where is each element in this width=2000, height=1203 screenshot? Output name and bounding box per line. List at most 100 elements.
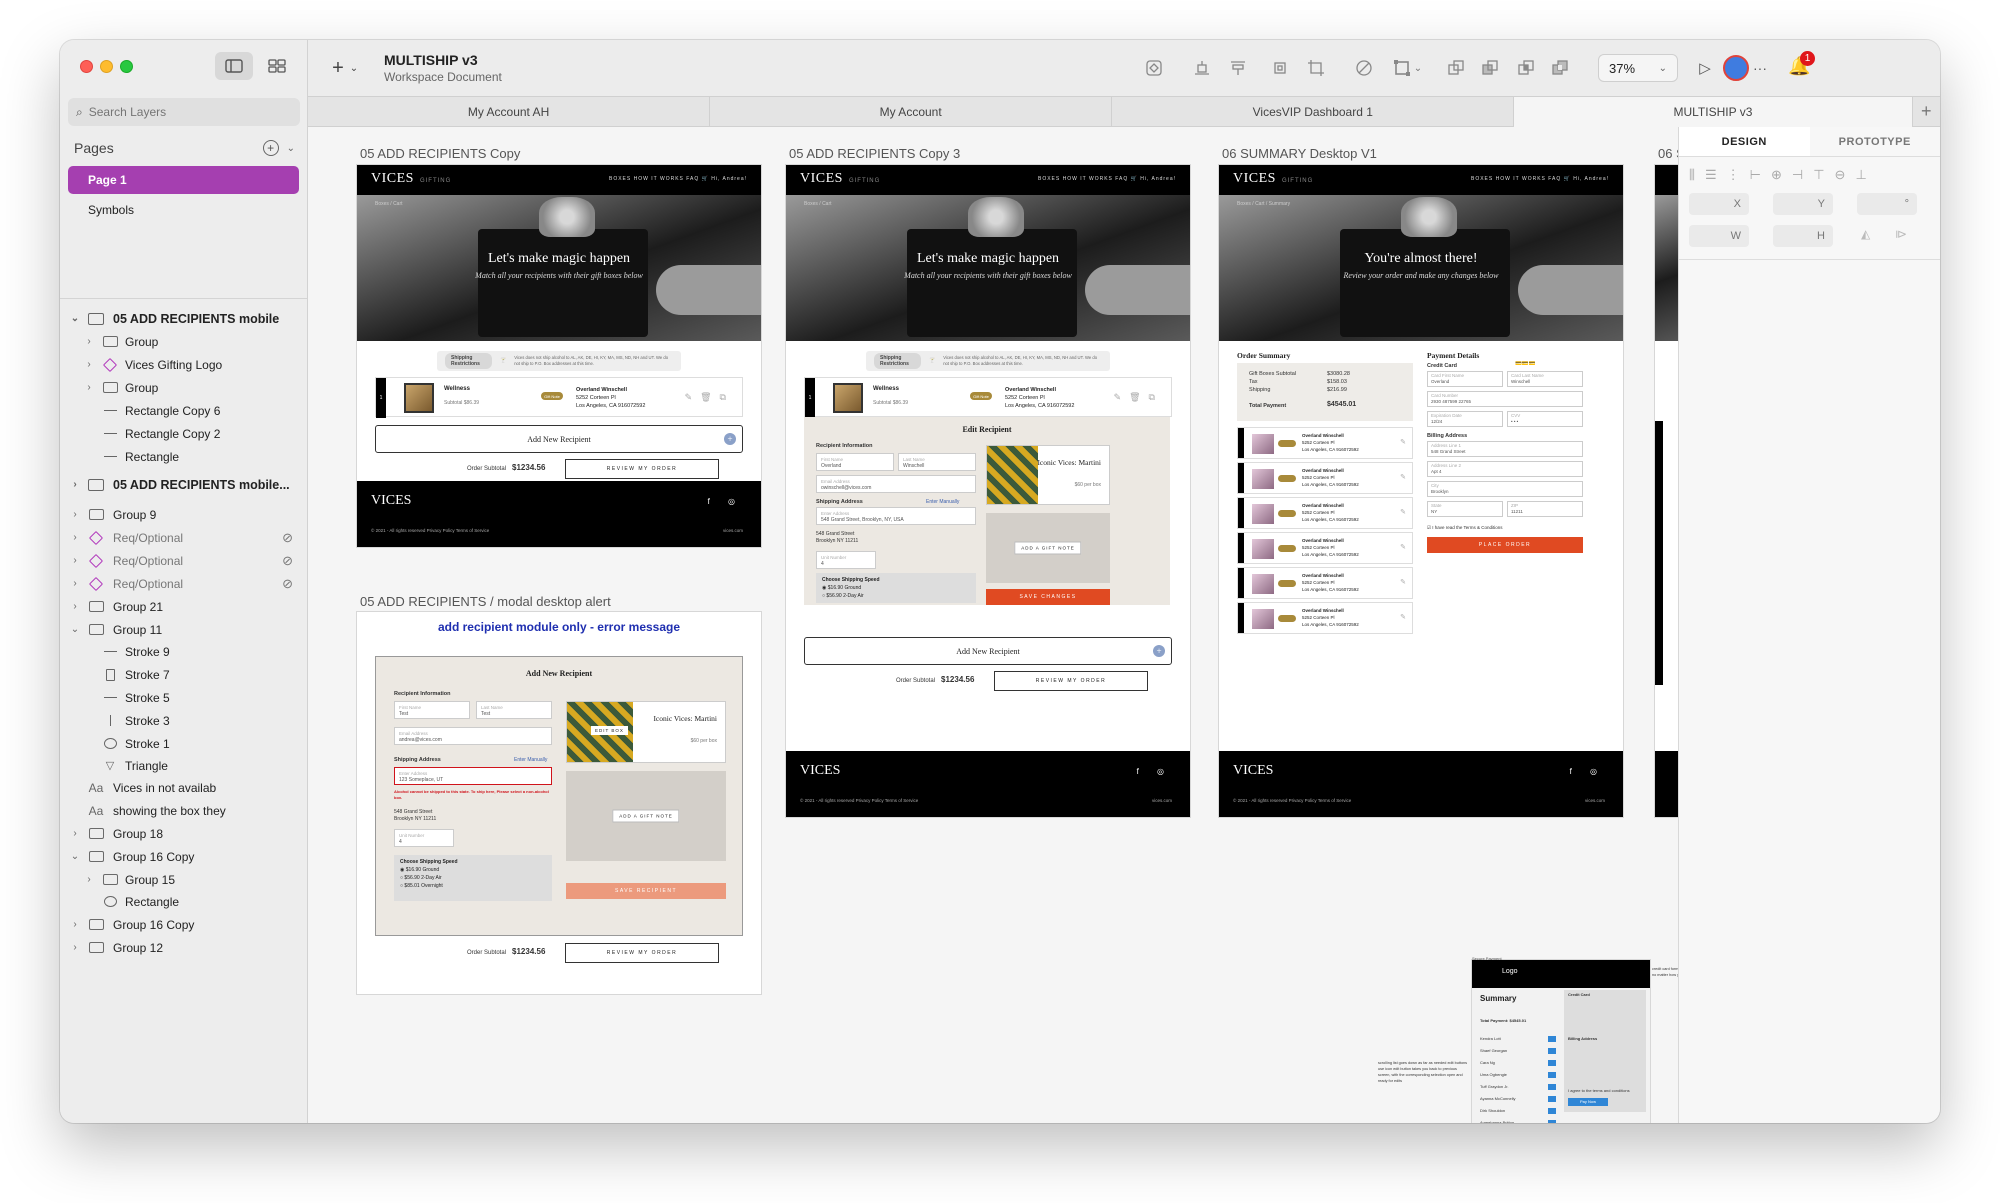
card-first-name-field[interactable]: Card First Name Overland <box>1427 371 1503 387</box>
address-line-2-field[interactable]: Address Line 2 Apt 4 <box>1427 461 1583 477</box>
tab-my-account[interactable]: My Account <box>710 97 1113 127</box>
chevron-right-icon[interactable]: › <box>70 828 80 839</box>
chevron-down-icon[interactable]: ⌄ <box>342 56 366 80</box>
chevron-down-icon[interactable]: ⌄ <box>1406 56 1430 80</box>
chevron-down-icon[interactable]: ⌄ <box>70 851 80 862</box>
artboard-add-recipients-copy[interactable]: VICES GIFTING BOXES HOW IT WORKS FAQ 🛒 Hi… <box>357 165 761 547</box>
zoom-select[interactable]: 37% ⌄ <box>1598 54 1678 82</box>
artboard-label[interactable]: 05 ADD RECIPIENTS / modal desktop alert <box>360 594 611 609</box>
row-actions[interactable]: ✎🗑⧉ <box>685 392 734 403</box>
chevron-right-icon[interactable]: › <box>70 532 80 543</box>
enter-manually-link[interactable]: Enter Manually <box>926 499 959 505</box>
review-my-order-button[interactable]: REVIEW MY ORDER <box>565 943 719 963</box>
chevron-right-icon[interactable]: › <box>70 509 80 520</box>
tab-my-account-ah[interactable]: My Account AH <box>308 97 711 127</box>
terms-checkbox[interactable]: ☑ I have read the Terms & Conditions <box>1427 525 1503 531</box>
artboard-modal-desktop-alert[interactable]: add recipient module only - error messag… <box>357 612 761 994</box>
layer-item[interactable]: Rectangle <box>60 442 307 471</box>
align-icon[interactable] <box>1226 56 1250 80</box>
search-input[interactable] <box>88 105 279 119</box>
last-name-field[interactable]: Last Name Test <box>476 701 552 719</box>
gift-note-badge[interactable]: Gift Note <box>541 392 563 400</box>
edit-icon[interactable]: ✎ <box>1400 438 1406 446</box>
y-field[interactable]: Y <box>1773 193 1833 215</box>
sidebar-toggle-icon[interactable] <box>215 52 253 80</box>
unit-field[interactable]: Unit Number 4 <box>394 829 454 847</box>
edit-icon[interactable]: ✎ <box>1400 473 1406 481</box>
artboard-label[interactable]: 05 ADD RECIPIENTS Copy 3 <box>789 146 960 161</box>
address-line-1-field[interactable]: Address Line 1 548 Grand Street <box>1427 441 1583 457</box>
union-icon[interactable] <box>1444 56 1468 80</box>
card-number-field[interactable]: Card Number 2930 487599 22765 <box>1427 391 1583 407</box>
email-field[interactable]: Email Address andrea@vices.com <box>394 727 552 745</box>
add-new-recipient-button[interactable]: Add New Recipient + <box>804 637 1172 665</box>
artboard-label[interactable]: 06 SUMMARY Desktop V1 <box>1222 146 1377 161</box>
review-my-order-button[interactable]: REVIEW MY ORDER <box>994 671 1148 691</box>
card-last-name-field[interactable]: Card Last Name Winschell <box>1507 371 1583 387</box>
chevron-right-icon[interactable]: › <box>70 601 80 612</box>
width-field[interactable]: W <box>1689 225 1749 247</box>
first-name-field[interactable]: First Name Overland <box>816 453 894 471</box>
chevron-right-icon[interactable]: › <box>70 479 80 490</box>
chevron-down-icon[interactable]: ⌄ <box>70 313 80 324</box>
chevron-right-icon[interactable]: › <box>70 919 80 930</box>
intersect-icon[interactable] <box>1514 56 1538 80</box>
add-gift-note-button[interactable]: ADD A GIFT NOTE <box>612 809 680 823</box>
email-field[interactable]: Email Address owinschell@vices.com <box>816 475 976 493</box>
mask-icon[interactable] <box>1352 56 1376 80</box>
new-tab-icon[interactable]: + <box>1913 97 1940 126</box>
last-name-field[interactable]: Last Name Winschell <box>898 453 976 471</box>
hidden-eye-icon[interactable]: ⊘ <box>282 530 293 546</box>
artboard-label[interactable]: 05 ADD RECIPIENTS Copy <box>360 146 520 161</box>
frame-icon[interactable] <box>1268 56 1292 80</box>
chevron-right-icon[interactable]: › <box>70 555 80 566</box>
chevron-down-icon[interactable]: ⌄ <box>287 143 295 154</box>
zip-field[interactable]: ZIP 11211 <box>1507 501 1583 517</box>
crop-icon[interactable] <box>1304 56 1328 80</box>
save-changes-button[interactable]: SAVE CHANGES <box>986 589 1110 605</box>
hidden-eye-icon[interactable]: ⊘ <box>282 576 293 592</box>
wire-edit-button[interactable] <box>1548 1036 1556 1042</box>
canvas[interactable]: 05 ADD RECIPIENTS Copy VICES GIFTING BOXE… <box>308 127 1678 1123</box>
layer-item[interactable]: › Group 12 <box>60 933 307 962</box>
minimize-window-button[interactable] <box>100 60 113 73</box>
tab-prototype[interactable]: PROTOTYPE <box>1810 127 1941 156</box>
address-field-error[interactable]: Enter Address 123 Someplace, UT <box>394 767 552 785</box>
shipping-speed[interactable]: Choose Shipping Speed ◉ $16.90 Ground ○ $5… <box>816 573 976 603</box>
chevron-right-icon[interactable]: › <box>84 336 94 347</box>
first-name-field[interactable]: First Name Test <box>394 701 470 719</box>
close-window-button[interactable] <box>80 60 93 73</box>
shipping-speed[interactable]: Choose Shipping Speed ◉ $16.90 Ground ○ $5… <box>394 855 552 901</box>
page-item-page-1[interactable]: Page 1 <box>68 166 299 194</box>
subtract-icon[interactable] <box>1478 56 1502 80</box>
chevron-down-icon[interactable]: ⌄ <box>70 624 80 635</box>
expiration-field[interactable]: Expiration Date 12/24 <box>1427 411 1503 427</box>
review-my-order-button[interactable]: REVIEW MY ORDER <box>565 459 719 479</box>
search-layers[interactable]: ⌕ <box>68 98 300 126</box>
flip-vertical-icon[interactable]: ⧐ <box>1895 227 1907 241</box>
artboard-summary-partial[interactable] <box>1655 165 1678 817</box>
wireframe-payment[interactable]: Logo Summary Total Payment: $4545.01 Ken… <box>1472 960 1650 1123</box>
wire-edit-button[interactable] <box>1548 1120 1556 1123</box>
hidden-eye-icon[interactable]: ⊘ <box>282 553 293 569</box>
chevron-right-icon[interactable]: › <box>84 359 94 370</box>
grid-view-icon[interactable] <box>258 52 296 80</box>
artboard-add-recipients-copy-3[interactable]: VICES GIFTING BOXES HOW IT WORKS FAQ 🛒 Hi… <box>786 165 1190 817</box>
height-field[interactable]: H <box>1773 225 1833 247</box>
wire-edit-button[interactable] <box>1548 1084 1556 1090</box>
add-page-icon[interactable]: + <box>262 140 279 156</box>
wire-pay-button[interactable]: Pay Now <box>1568 1098 1608 1106</box>
unit-field[interactable]: Unit Number 4 <box>816 551 876 569</box>
edit-box-button[interactable]: EDIT BOX <box>591 726 628 735</box>
tab-multiship-v3[interactable]: MULTISHIP v3 <box>1514 97 1913 127</box>
tab-vicesvip-dashboard[interactable]: VicesVIP Dashboard 1 <box>1112 97 1515 127</box>
edit-icon[interactable]: ✎ <box>1400 508 1406 516</box>
place-order-button[interactable]: PLACE ORDER <box>1427 537 1583 553</box>
tab-design[interactable]: DESIGN <box>1679 127 1810 156</box>
add-gift-note-button[interactable]: ADD A GIFT NOTE <box>1014 541 1082 555</box>
more-icon[interactable]: ··· <box>1748 56 1772 80</box>
edit-icon[interactable]: ✎ <box>1400 543 1406 551</box>
cvv-field[interactable]: CVV • • • <box>1507 411 1583 427</box>
difference-icon[interactable] <box>1548 56 1572 80</box>
wire-edit-button[interactable] <box>1548 1060 1556 1066</box>
